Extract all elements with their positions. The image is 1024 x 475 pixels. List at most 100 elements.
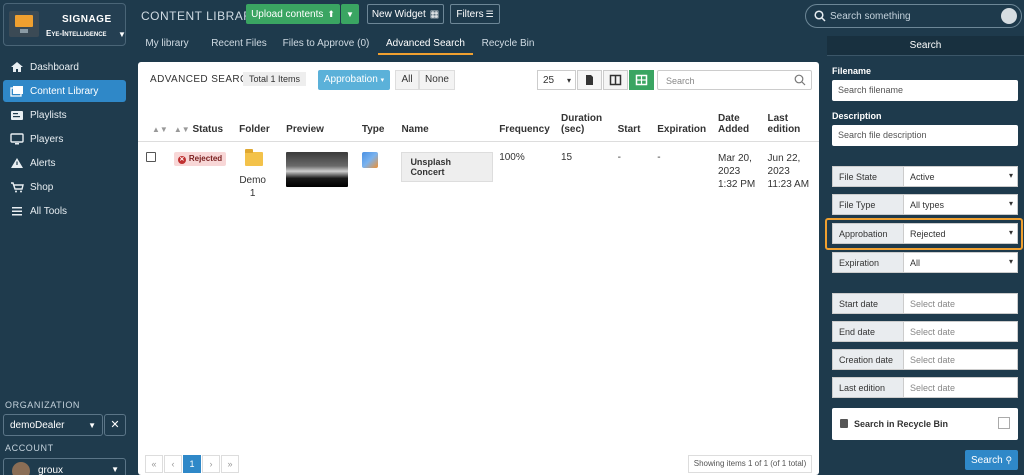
file-state-select[interactable]: File State Active ▾	[832, 166, 1018, 187]
first-page-button[interactable]: «	[145, 455, 163, 473]
nav-label: Shop	[30, 181, 54, 193]
brand-switcher[interactable]: SIGNAGE Eye-Intelligence ▼	[3, 3, 126, 46]
search-button[interactable]: Search ⚲	[965, 450, 1018, 470]
tab-label: Recent Files	[211, 38, 267, 49]
field-label: Approbation	[832, 223, 904, 244]
column-label: Name	[401, 123, 429, 135]
column-header-expiration[interactable]: Expiration	[654, 97, 715, 142]
creation-date-picker[interactable]: Creation date Select date	[832, 349, 1018, 370]
filename-input[interactable]: Search filename	[832, 80, 1018, 101]
description-input[interactable]: Search file description	[832, 125, 1018, 146]
chevron-down-icon: ▾	[1008, 171, 1013, 180]
last-edition-date-picker[interactable]: Last edition Select date	[832, 377, 1018, 398]
column-header-status[interactable]: ▲▼ Status	[170, 97, 237, 142]
file-type-select[interactable]: File Type All types ▾	[832, 194, 1018, 215]
avatar	[12, 462, 30, 475]
column-label: Status	[192, 123, 224, 135]
prev-page-button[interactable]: ‹	[164, 455, 182, 473]
column-header-date-added[interactable]: Date Added	[714, 97, 765, 142]
page-title: CONTENT LIBRARY	[141, 9, 261, 23]
field-label: Expiration	[832, 252, 904, 273]
column-header-folder[interactable]: Folder	[236, 97, 284, 142]
page-size-select[interactable]: 25 ▾	[537, 70, 576, 90]
select-all-button[interactable]: All	[395, 70, 419, 90]
end-date-picker[interactable]: End date Select date	[832, 321, 1018, 342]
nav-item-players[interactable]: Players	[3, 128, 126, 150]
column-header-name[interactable]: Name	[398, 97, 497, 142]
last-edition-value: Jun 22, 2023 11:23 AM	[767, 152, 810, 190]
tab-label: Advanced Search	[386, 38, 465, 49]
nav-item-content-library[interactable]: Content Library	[3, 80, 126, 102]
chevron-down-icon: ▾	[566, 76, 571, 85]
folder-name[interactable]: Demo 1	[239, 174, 280, 200]
view-file-button[interactable]	[577, 70, 602, 90]
nav-item-shop[interactable]: Shop	[3, 176, 126, 198]
nav-item-all-tools[interactable]: All Tools	[3, 200, 126, 222]
global-search-input[interactable]: Search something	[805, 4, 1022, 28]
account-switcher[interactable]: groux ▼	[3, 458, 126, 475]
column-header-type[interactable]: Type	[358, 97, 399, 142]
chevron-down-icon: ▼	[111, 465, 119, 474]
upload-contents-button[interactable]: Upload contents ⬆	[246, 4, 340, 24]
view-list-button[interactable]	[603, 70, 628, 90]
nav-item-dashboard[interactable]: Dashboard	[3, 56, 126, 78]
status-badge: ✕ Rejected	[173, 151, 227, 166]
search-placeholder: Search	[666, 76, 695, 86]
trash-icon	[840, 419, 848, 428]
select-none-button[interactable]: None	[419, 70, 455, 90]
duration-value: 15	[560, 151, 573, 163]
view-grid-button[interactable]	[629, 70, 654, 90]
recycle-bin-option[interactable]: Search in Recycle Bin	[832, 408, 1018, 440]
brand-subtitle: Eye-Intelligence	[46, 29, 107, 38]
brand-title: SIGNAGE	[62, 14, 112, 25]
tab-label: My library	[145, 38, 189, 49]
column-header-start[interactable]: Start	[614, 97, 655, 142]
tab-advanced-search[interactable]: Advanced Search	[378, 35, 473, 55]
table-row[interactable]: ✕ Rejected Demo 1 Unsplash Concert 100% 1…	[138, 141, 819, 210]
user-avatar-icon[interactable]	[1001, 8, 1017, 24]
new-widget-button[interactable]: New Widget ▦	[367, 4, 444, 24]
chevron-down-icon: ▾	[1008, 199, 1013, 208]
column-label: Last edition	[767, 112, 801, 135]
filters-button[interactable]: Filters ☰	[450, 4, 500, 24]
chevron-down-icon: ▼	[88, 421, 96, 430]
next-page-button[interactable]: ›	[202, 455, 220, 473]
tab-recent-files[interactable]: Recent Files	[204, 35, 274, 55]
close-icon[interactable]: ✕	[104, 414, 126, 436]
filter-icon: ☰	[485, 8, 494, 19]
column-header-duration[interactable]: Duration (sec)	[557, 97, 615, 142]
folder-icon[interactable]	[245, 148, 264, 166]
preview-thumbnail[interactable]	[286, 151, 349, 187]
expiration-select[interactable]: Expiration All ▾	[832, 252, 1018, 273]
date-added-value: Mar 20, 2023 1:32 PM	[717, 152, 756, 190]
approbation-select[interactable]: Approbation Rejected ▾	[832, 223, 1018, 244]
sort-icon[interactable]: ▲▼	[152, 125, 168, 134]
recycle-checkbox[interactable]	[998, 417, 1010, 429]
upload-dropdown-button[interactable]: ▼	[341, 4, 359, 24]
row-checkbox[interactable]	[146, 151, 156, 162]
last-page-button[interactable]: »	[221, 455, 239, 473]
column-header-last-edition[interactable]: Last edition	[764, 97, 819, 142]
tab-files-to-approve[interactable]: Files to Approve (0)	[279, 35, 373, 55]
column-label: Frequency	[499, 123, 550, 135]
nav-label: Content Library	[30, 85, 99, 97]
field-value: Rejected	[910, 229, 946, 239]
field-value: All types	[910, 200, 945, 210]
tab-my-library[interactable]: My library	[140, 35, 194, 55]
field-label: End date	[832, 321, 904, 342]
nav-item-alerts[interactable]: Alerts	[3, 152, 126, 174]
description-label: Description	[832, 111, 882, 121]
tab-recycle-bin[interactable]: Recycle Bin	[478, 35, 538, 55]
start-date-picker[interactable]: Start date Select date	[832, 293, 1018, 314]
page-1-button[interactable]: 1	[183, 455, 201, 473]
organization-select[interactable]: demoDealer ▼	[3, 414, 103, 436]
column-label: Duration (sec)	[560, 112, 603, 135]
date-placeholder: Select date	[904, 321, 1018, 342]
file-name-button[interactable]: Unsplash Concert	[401, 151, 494, 182]
caret-down-icon: ▾	[380, 77, 385, 84]
nav-item-playlists[interactable]: Playlists	[3, 104, 126, 126]
approbation-dropdown-button[interactable]: Approbation ▾	[318, 70, 390, 90]
sort-icon: ▲▼	[173, 124, 190, 134]
table-search-input[interactable]: Search	[657, 70, 812, 90]
column-header-frequency[interactable]: Frequency	[496, 97, 558, 142]
